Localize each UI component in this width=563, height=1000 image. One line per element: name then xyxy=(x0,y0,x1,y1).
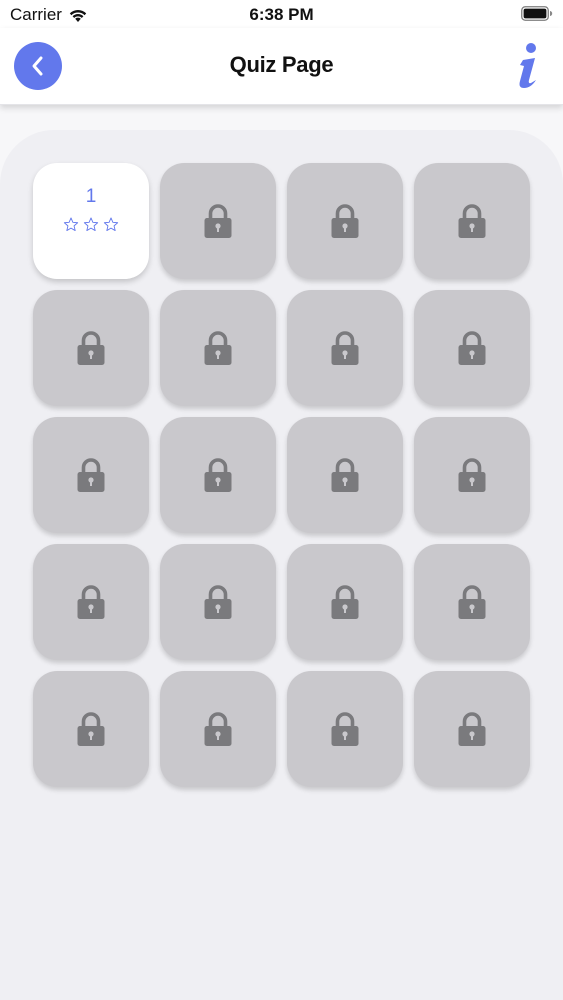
lock-icon xyxy=(458,585,486,619)
lock-icon xyxy=(204,331,232,365)
lock-icon xyxy=(331,712,359,746)
level-tile[interactable]: 1 xyxy=(33,163,149,279)
level-tile-locked[interactable] xyxy=(160,544,276,660)
lock-icon xyxy=(458,458,486,492)
page-title: Quiz Page xyxy=(229,52,334,77)
info-icon xyxy=(519,43,536,88)
lock-icon xyxy=(77,458,105,492)
level-stars xyxy=(63,217,119,232)
star-icon xyxy=(63,217,79,232)
lock-icon xyxy=(331,585,359,619)
level-tile-locked[interactable] xyxy=(414,417,530,533)
info-button[interactable] xyxy=(511,38,545,94)
battery-icon xyxy=(521,6,553,26)
lock-icon xyxy=(331,458,359,492)
lock-icon xyxy=(77,712,105,746)
level-tile-locked[interactable] xyxy=(414,290,530,406)
level-tile-locked[interactable] xyxy=(287,671,403,787)
lock-icon xyxy=(77,331,105,365)
lock-icon xyxy=(331,331,359,365)
level-tile-locked[interactable] xyxy=(287,417,403,533)
level-tile-locked[interactable] xyxy=(160,290,276,406)
level-tile-locked[interactable] xyxy=(33,417,149,533)
level-tile-locked[interactable] xyxy=(414,671,530,787)
level-tile-locked[interactable] xyxy=(287,290,403,406)
level-tile-locked[interactable] xyxy=(414,163,530,279)
lock-icon xyxy=(204,712,232,746)
lock-icon xyxy=(77,585,105,619)
lock-icon xyxy=(458,204,486,238)
lock-icon xyxy=(458,712,486,746)
level-tile-locked[interactable] xyxy=(287,544,403,660)
level-tile-locked[interactable] xyxy=(160,671,276,787)
status-bar: Carrier 6:38 PM xyxy=(0,0,563,28)
lock-icon xyxy=(204,585,232,619)
level-grid: 1 xyxy=(33,163,530,787)
level-tile-locked[interactable] xyxy=(414,544,530,660)
level-number: 1 xyxy=(85,186,97,207)
lock-icon xyxy=(204,458,232,492)
lock-icon xyxy=(331,204,359,238)
lock-icon xyxy=(458,331,486,365)
level-tile-locked[interactable] xyxy=(160,163,276,279)
status-time: 6:38 PM xyxy=(249,5,314,24)
level-tile-locked[interactable] xyxy=(33,671,149,787)
nav-bar: Quiz Page xyxy=(0,28,563,105)
lock-icon xyxy=(204,204,232,238)
star-icon xyxy=(83,217,99,232)
level-tile-locked[interactable] xyxy=(287,163,403,279)
star-icon xyxy=(103,217,119,232)
level-tile-locked[interactable] xyxy=(160,417,276,533)
level-tile-locked[interactable] xyxy=(33,544,149,660)
level-tile-locked[interactable] xyxy=(33,290,149,406)
